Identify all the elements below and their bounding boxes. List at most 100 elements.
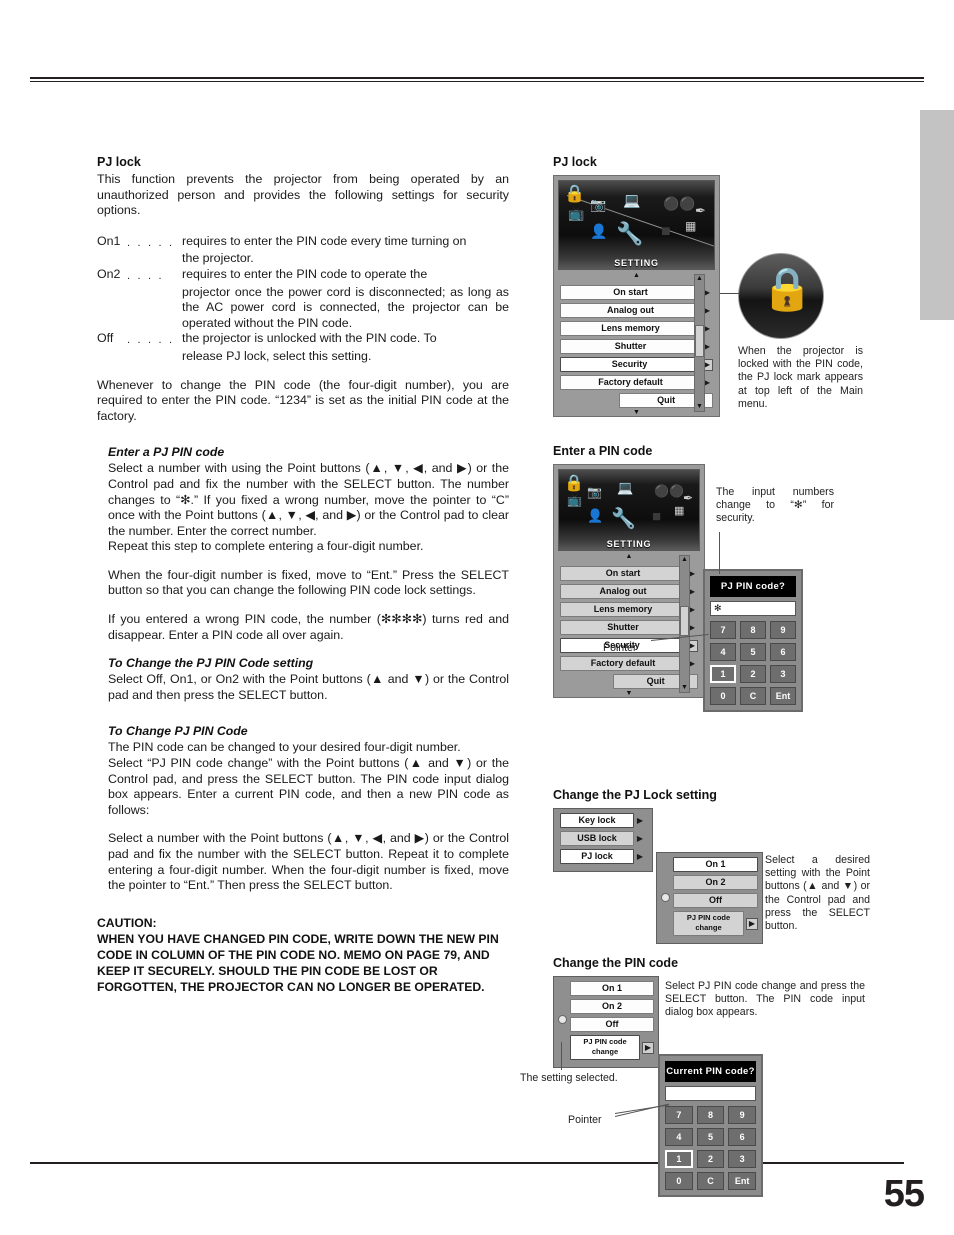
fig2-osd-setting-menu: 🔒 📷 💻 ⚫⚫ ✒ 📺 👤 🔧 ■ ▦ SETTING ▲ On start …	[553, 464, 705, 698]
menu-item-on-start[interactable]: On start	[560, 566, 686, 581]
definition-text: requires to enter the PIN code every tim…	[182, 233, 467, 248]
submenu-item-on2[interactable]: On 2	[570, 999, 654, 1014]
key-4[interactable]: 4	[710, 643, 736, 661]
key-7[interactable]: 7	[665, 1106, 693, 1124]
fig4-pin-input[interactable]	[665, 1086, 756, 1101]
submenu-item-pj-pin-code-change[interactable]: PJ PIN code change	[673, 911, 744, 936]
fig3-pj-lock-submenu: On 1 On 2 Off PJ PIN code change ▶	[656, 852, 763, 944]
submenu-item-off[interactable]: Off	[673, 893, 758, 908]
fig1-menu-row[interactable]: Lens memory ▶	[558, 321, 715, 336]
submenu-item-on1[interactable]: On 1	[570, 981, 654, 996]
fig4-sub-row[interactable]: On 1	[570, 981, 654, 996]
fig3-note: Select a desired setting with the Point …	[765, 854, 870, 933]
fig1-menu-row-selected[interactable]: Security ▶	[558, 357, 715, 372]
fig4-keypad[interactable]: 7 8 9 4 5 6 1 2 3 0 C Ent	[665, 1106, 756, 1190]
key-5[interactable]: 5	[740, 643, 766, 661]
menu-item-factory-default[interactable]: Factory default	[560, 375, 701, 390]
key-8[interactable]: 8	[740, 621, 766, 639]
fig3-menu-row-selected[interactable]: PJ lock ▶	[558, 849, 648, 864]
key-1[interactable]: 1	[710, 665, 736, 683]
menu-item-shutter[interactable]: Shutter	[560, 620, 686, 635]
scroll-up-indicator[interactable]: ▲	[626, 553, 633, 560]
fig3-menu-row-selected[interactable]: Key lock ▶	[558, 813, 648, 828]
key-clear[interactable]: C	[740, 687, 766, 705]
menu-item-key-lock[interactable]: Key lock	[560, 813, 634, 828]
key-5[interactable]: 5	[696, 1128, 725, 1146]
fig2-keypad[interactable]: 7 8 9 4 5 6 1 2 3 0 C Ent	[710, 621, 796, 705]
fig1-menu-row[interactable]: Shutter ▶	[558, 339, 715, 354]
menu-item-on-start[interactable]: On start	[560, 285, 701, 300]
fig3-sub-row[interactable]: On 2	[673, 875, 758, 890]
menu-item-usb-lock[interactable]: USB lock	[560, 831, 634, 846]
menu-item-shutter[interactable]: Shutter	[560, 339, 701, 354]
menu-item-analog-out[interactable]: Analog out	[560, 303, 701, 318]
fig3-sub-row[interactable]: PJ PIN code change ▶	[673, 911, 758, 936]
menu-item-security[interactable]: Security	[560, 357, 699, 372]
menu-scrollbar[interactable]: ▲ ▼	[679, 555, 690, 693]
key-8[interactable]: 8	[696, 1106, 725, 1124]
key-6[interactable]: 6	[770, 643, 796, 661]
fig1-menu-row[interactable]: Factory default ▶	[558, 375, 715, 390]
scrollbar-thumb[interactable]	[695, 325, 704, 357]
key-9[interactable]: 9	[770, 621, 796, 639]
fig1-menu-row[interactable]: On start ▶	[558, 285, 715, 300]
definition-cont-on1: the projector.	[182, 251, 254, 266]
submenu-item-on1[interactable]: On 1	[673, 857, 758, 872]
fig3-sub-row-selected[interactable]: On 1	[673, 857, 758, 872]
key-clear[interactable]: C	[696, 1172, 725, 1190]
menu-item-factory-default[interactable]: Factory default	[560, 656, 686, 671]
submenu-item-off[interactable]: Off	[570, 1017, 654, 1032]
key-3[interactable]: 3	[728, 1150, 756, 1168]
menu-scrollbar[interactable]: ▲ ▼	[694, 274, 705, 412]
fig2-menu-list: ▲ On start ▶ Analog out ▶ Lens memory ▶	[558, 553, 700, 697]
fig4-setting-selected-label: The setting selected.	[520, 1072, 618, 1084]
definition-dots: . . . . .	[127, 236, 175, 249]
fig3-sub-row[interactable]: Off	[673, 893, 758, 908]
chevron-right-icon[interactable]: ▶	[642, 1041, 654, 1054]
key-enter[interactable]: Ent	[770, 687, 796, 705]
key-6[interactable]: 6	[728, 1128, 756, 1146]
chevron-right-icon[interactable]: ▶	[746, 917, 758, 930]
fig1-quit-row[interactable]: Quit	[558, 393, 715, 408]
submenu-item-pj-pin-code-change[interactable]: PJ PIN code change	[570, 1035, 640, 1060]
fig2-pin-input[interactable]: ✻	[710, 601, 796, 616]
fig4-pin-dialog: Current PIN code? 7 8 9 4 5 6 1 2 3 0 C …	[658, 1054, 763, 1197]
fig4-sub-row[interactable]: Off	[570, 1017, 654, 1032]
menu-item-lens-memory[interactable]: Lens memory	[560, 321, 701, 336]
fig3-menu-row[interactable]: USB lock ▶	[558, 831, 648, 846]
pj-lock-intro: This function prevents the projector fro…	[97, 172, 509, 218]
scroll-down-indicator[interactable]: ▼	[626, 690, 633, 697]
scrollbar-down-arrow[interactable]: ▼	[680, 684, 689, 692]
scrollbar-thumb[interactable]	[680, 606, 689, 636]
scrollbar-up-arrow[interactable]: ▲	[695, 275, 704, 283]
submenu-item-on2[interactable]: On 2	[673, 875, 758, 890]
key-0[interactable]: 0	[665, 1172, 693, 1190]
menu-item-analog-out[interactable]: Analog out	[560, 584, 686, 599]
definition-text: requires to enter the PIN code to operat…	[182, 266, 428, 281]
change-setting-heading: To Change the PJ PIN Code setting	[108, 656, 314, 671]
menu-item-pj-lock[interactable]: PJ lock	[560, 849, 634, 864]
person-icon: 👤	[587, 508, 604, 523]
key-enter[interactable]: Ent	[728, 1172, 756, 1190]
key-0[interactable]: 0	[710, 687, 736, 705]
scroll-up-indicator[interactable]: ▲	[633, 272, 640, 279]
scroll-down-indicator[interactable]: ▼	[633, 409, 640, 416]
key-7[interactable]: 7	[710, 621, 736, 639]
fig4-sub-row-selected[interactable]: PJ PIN code change ▶	[570, 1035, 654, 1060]
definition-dots: . . . .	[127, 269, 164, 282]
key-3[interactable]: 3	[770, 665, 796, 683]
fig3-heading: Change the PJ Lock setting	[553, 788, 717, 802]
screen-icon: ■	[652, 508, 662, 525]
scrollbar-down-arrow[interactable]: ▼	[695, 403, 704, 411]
key-2[interactable]: 2	[696, 1150, 725, 1168]
key-9[interactable]: 9	[728, 1106, 756, 1124]
fig4-sub-row[interactable]: On 2	[570, 999, 654, 1014]
definition-term: On2	[97, 266, 121, 281]
fig1-menu-row[interactable]: Analog out ▶	[558, 303, 715, 318]
key-1[interactable]: 1	[665, 1150, 693, 1168]
projector-icon: 📺	[567, 493, 582, 507]
scrollbar-up-arrow[interactable]: ▲	[680, 556, 689, 564]
key-4[interactable]: 4	[665, 1128, 693, 1146]
key-2[interactable]: 2	[740, 665, 766, 683]
menu-item-lens-memory[interactable]: Lens memory	[560, 602, 686, 617]
